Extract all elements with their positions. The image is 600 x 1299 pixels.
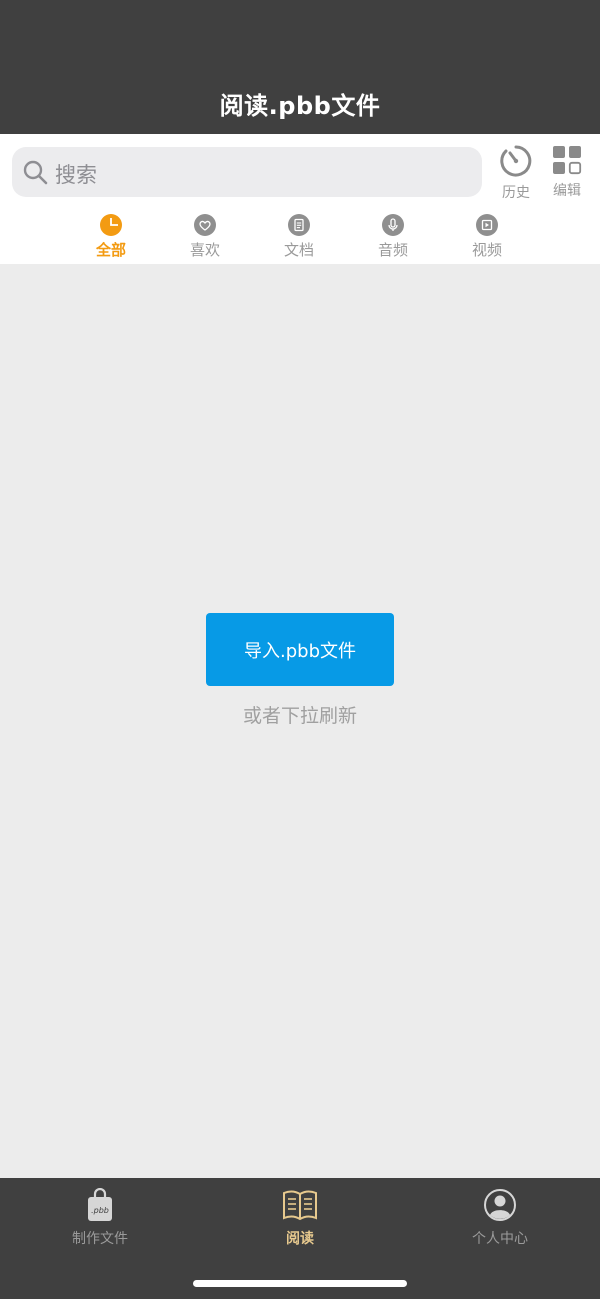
tab-label: 文档	[283, 241, 314, 259]
edit-label: 编辑	[553, 183, 581, 199]
history-label: 历史	[502, 185, 530, 201]
toolbar: 搜索 历史 编辑 全部 喜欢 文档 音频 视频	[0, 134, 600, 264]
tab-audio[interactable]: 音频	[363, 214, 423, 260]
tabbar-item-create[interactable]: .pbb 制作文件	[40, 1188, 160, 1248]
file-list-area[interactable]: 导入.pbb文件 或者下拉刷新	[0, 264, 600, 1178]
pbb-bag-icon: .pbb	[88, 1188, 112, 1221]
tab-all[interactable]: 全部	[81, 214, 141, 260]
navigation-bar: 阅读.pbb文件	[0, 0, 600, 134]
tab-video[interactable]: 视频	[457, 214, 517, 260]
heart-icon	[194, 214, 216, 236]
tab-favorites[interactable]: 喜欢	[175, 214, 235, 260]
pie-chart-icon	[100, 214, 122, 236]
tab-label: 音频	[377, 241, 408, 259]
search-placeholder: 搜索	[55, 163, 97, 187]
tabbar-label: 制作文件	[72, 1231, 128, 1247]
grid-icon	[553, 146, 582, 175]
tab-documents[interactable]: 文档	[269, 214, 329, 260]
tab-label: 视频	[471, 241, 502, 259]
tab-label: 喜欢	[189, 241, 220, 259]
pull-to-refresh-hint: 或者下拉刷新	[242, 705, 357, 727]
tabbar-item-profile[interactable]: 个人中心	[440, 1188, 560, 1248]
edit-button[interactable]: 编辑	[541, 144, 593, 206]
page-title: 阅读.pbb文件	[219, 92, 381, 120]
video-icon	[476, 214, 498, 236]
document-icon	[288, 214, 310, 236]
microphone-icon	[382, 214, 404, 236]
history-button[interactable]: 历史	[490, 144, 542, 206]
search-icon	[23, 160, 48, 185]
open-book-icon	[283, 1190, 317, 1221]
user-avatar-icon	[484, 1189, 516, 1221]
pbb-badge-text: .pbb	[91, 1206, 109, 1215]
tabbar-item-read[interactable]: 阅读	[240, 1188, 360, 1248]
category-tabs: 全部 喜欢 文档 音频 视频	[0, 214, 600, 262]
import-pbb-button[interactable]: 导入.pbb文件	[206, 613, 394, 686]
search-input[interactable]: 搜索	[12, 147, 482, 197]
history-icon	[500, 145, 532, 177]
home-indicator	[193, 1280, 407, 1287]
tabbar-label: 阅读	[286, 1231, 314, 1247]
tab-label: 全部	[95, 241, 126, 259]
tabbar-label: 个人中心	[472, 1231, 528, 1247]
